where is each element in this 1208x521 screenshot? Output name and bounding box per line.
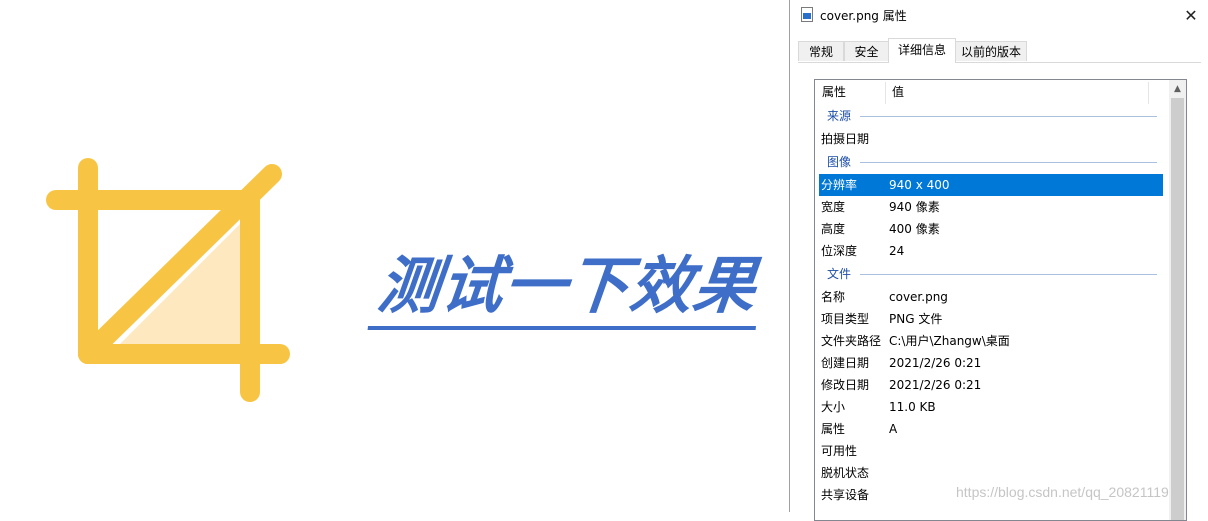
tab-general[interactable]: 常规 — [798, 41, 844, 61]
group-label: 来源 — [827, 109, 852, 123]
property-name: 高度 — [821, 222, 846, 236]
property-name: 位深度 — [821, 244, 858, 258]
window-title: cover.png 属性 — [820, 9, 907, 23]
properties-window: cover.png 属性 ✕ 常规 安全 详细信息 以前的版本 属性 值 来源 … — [789, 0, 1208, 521]
property-value: 940 x 400 — [889, 178, 950, 192]
property-name: 脱机状态 — [821, 466, 870, 480]
crop-icon-fill — [110, 222, 242, 354]
group-divider — [860, 116, 1157, 117]
close-button[interactable]: ✕ — [1173, 0, 1208, 30]
scrollbar-thumb[interactable] — [1171, 98, 1184, 520]
property-row[interactable]: 修改日期 2021/2/26 0:21 — [815, 374, 1167, 396]
property-row[interactable]: 名称 cover.png — [815, 286, 1167, 308]
tab-security[interactable]: 安全 — [844, 41, 889, 61]
property-name: 大小 — [821, 400, 846, 414]
property-name: 可用性 — [821, 444, 858, 458]
column-separator[interactable] — [1148, 82, 1149, 104]
property-row[interactable]: 属性 A — [815, 418, 1167, 440]
close-icon: ✕ — [1184, 5, 1198, 25]
property-name: 宽度 — [821, 200, 846, 214]
title-bar: cover.png 属性 ✕ — [790, 0, 1208, 30]
property-row[interactable]: 拍摄日期 — [815, 128, 1167, 150]
details-panel: 属性 值 来源 拍摄日期 图像 分辨率 940 x 400 宽度 940 像素 … — [814, 79, 1187, 521]
property-row[interactable]: 可用性 — [815, 440, 1167, 462]
property-row[interactable]: 高度 400 像素 — [815, 218, 1167, 240]
property-row[interactable]: 位深度 24 — [815, 240, 1167, 262]
group-header-source: 来源 — [815, 104, 1167, 128]
scroll-up-arrow-icon[interactable]: ▲ — [1169, 80, 1186, 97]
property-name: 创建日期 — [821, 356, 870, 370]
crop-icon — [46, 158, 290, 402]
property-value: PNG 文件 — [889, 312, 943, 326]
group-header-image: 图像 — [815, 150, 1167, 174]
property-value: 24 — [889, 244, 905, 258]
property-name: 共享设备 — [821, 488, 870, 502]
list-header: 属性 值 — [815, 80, 1167, 104]
property-name: 名称 — [821, 290, 846, 304]
column-header-value[interactable]: 值 — [885, 80, 1145, 104]
property-row[interactable]: 脱机状态 — [815, 462, 1167, 484]
property-value: 11.0 KB — [889, 400, 936, 414]
tab-previous-versions[interactable]: 以前的版本 — [955, 41, 1027, 61]
property-value: C:\用户\Zhangw\桌面 — [889, 334, 1010, 348]
property-row[interactable]: 宽度 940 像素 — [815, 196, 1167, 218]
property-row[interactable]: 文件夹路径 C:\用户\Zhangw\桌面 — [815, 330, 1167, 352]
vertical-scrollbar[interactable]: ▲ — [1169, 80, 1186, 520]
property-name: 项目类型 — [821, 312, 870, 326]
property-name: 拍摄日期 — [821, 132, 870, 146]
property-name: 属性 — [821, 422, 846, 436]
headline-text: 测试一下效果 — [367, 246, 765, 330]
property-list: 来源 拍摄日期 图像 分辨率 940 x 400 宽度 940 像素 高度 40… — [815, 104, 1167, 506]
property-row-selected[interactable]: 分辨率 940 x 400 — [819, 174, 1163, 196]
column-header-property[interactable]: 属性 — [815, 80, 885, 104]
property-value: 2021/2/26 0:21 — [889, 356, 982, 370]
group-label: 图像 — [827, 155, 852, 169]
property-value: cover.png — [889, 290, 948, 304]
group-divider — [860, 274, 1157, 275]
tab-divider — [798, 62, 1201, 63]
property-name: 分辨率 — [821, 178, 858, 192]
property-row[interactable]: 项目类型 PNG 文件 — [815, 308, 1167, 330]
property-row[interactable]: 大小 11.0 KB — [815, 396, 1167, 418]
property-value: 940 像素 — [889, 200, 940, 214]
group-divider — [860, 162, 1157, 163]
property-value: A — [889, 422, 898, 436]
property-value: 400 像素 — [889, 222, 940, 236]
property-value: 2021/2/26 0:21 — [889, 378, 982, 392]
png-file-icon — [801, 7, 813, 22]
group-header-file: 文件 — [815, 262, 1167, 286]
property-name: 文件夹路径 — [821, 334, 882, 348]
property-row[interactable]: 创建日期 2021/2/26 0:21 — [815, 352, 1167, 374]
tab-details[interactable]: 详细信息 — [888, 38, 956, 63]
property-name: 修改日期 — [821, 378, 870, 392]
watermark: https://blog.csdn.net/qq_20821119 — [956, 484, 1169, 500]
group-label: 文件 — [827, 267, 852, 281]
